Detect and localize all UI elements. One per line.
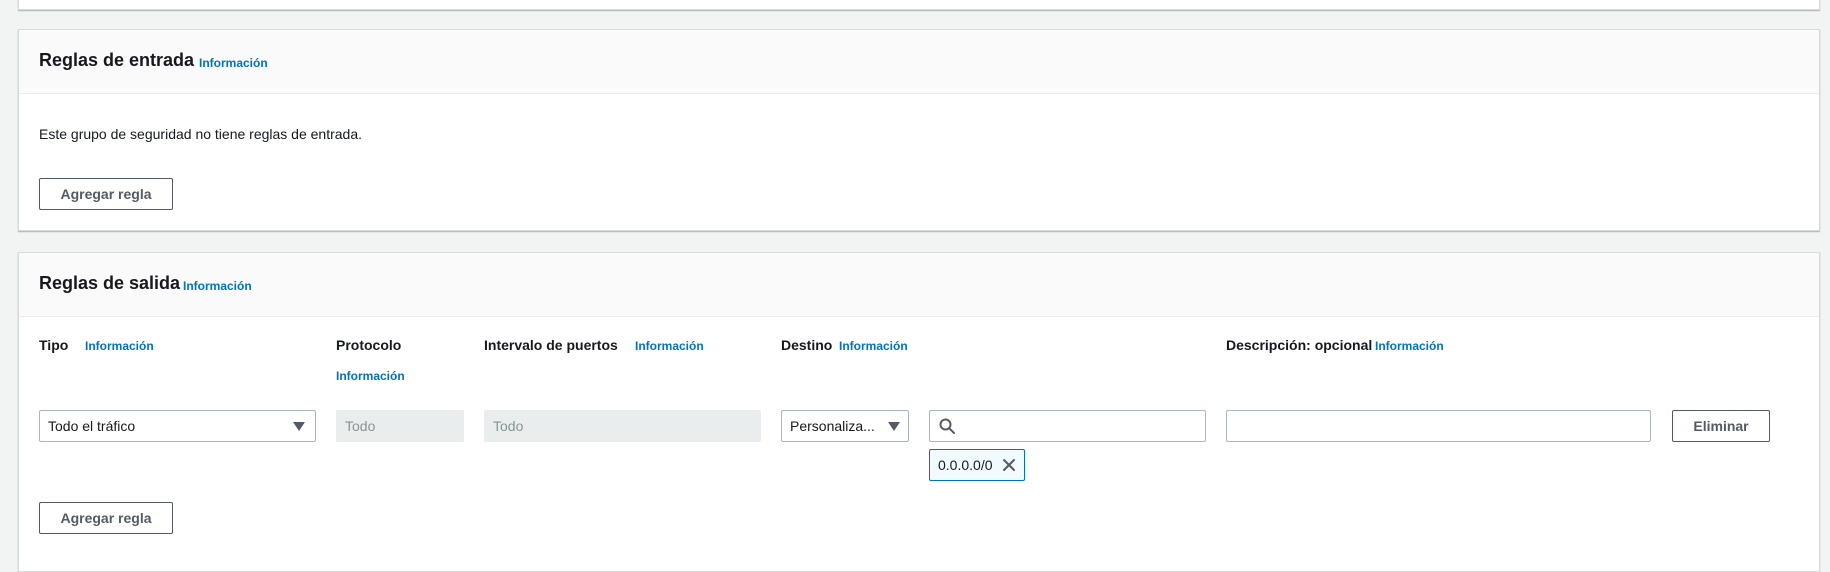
type-info-link[interactable]: Información <box>85 339 154 353</box>
destination-info-link[interactable]: Información <box>839 339 908 353</box>
protocol-info-link[interactable]: Información <box>336 369 405 383</box>
destination-type-select[interactable]: Personaliza... <box>781 410 909 442</box>
port-range-info-link[interactable]: Información <box>635 339 704 353</box>
type-column-label: Tipo <box>39 337 69 353</box>
inbound-rules-info-link[interactable]: Información <box>199 56 268 70</box>
protocol-column-label: Protocolo <box>336 337 402 353</box>
type-select-value: Todo el tráfico <box>48 418 136 434</box>
description-input[interactable] <box>1226 410 1651 442</box>
previous-section-panel <box>18 0 1820 10</box>
outbound-rules-title: Reglas de salida <box>39 273 181 293</box>
destination-search-input[interactable] <box>929 410 1206 442</box>
inbound-empty-message: Este grupo de seguridad no tiene reglas … <box>39 126 363 142</box>
port-range-input <box>484 410 761 442</box>
type-select[interactable]: Todo el tráfico <box>39 410 316 442</box>
inbound-rules-header: Reglas de entrada Información <box>19 30 1819 94</box>
outbound-rules-panel: Reglas de salida Información Tipo Inform… <box>18 252 1820 572</box>
destination-column-label: Destino <box>781 337 833 353</box>
outbound-rules-header: Reglas de salida Información <box>19 253 1819 317</box>
delete-rule-button[interactable]: Eliminar <box>1672 410 1770 442</box>
outbound-add-rule-button[interactable]: Agregar regla <box>39 502 173 534</box>
destination-search <box>929 410 1206 442</box>
description-info-link[interactable]: Información <box>1375 339 1444 353</box>
port-range-column-label: Intervalo de puertos <box>484 337 618 353</box>
caret-down-icon <box>888 421 900 431</box>
caret-down-icon <box>293 421 305 431</box>
outbound-rules-info-link[interactable]: Información <box>183 279 252 293</box>
destination-token: 0.0.0.0/0 <box>929 449 1025 481</box>
close-icon[interactable] <box>1002 458 1016 472</box>
destination-token-label: 0.0.0.0/0 <box>938 457 993 473</box>
search-icon <box>939 418 955 434</box>
description-column-label: Descripción: opcional <box>1226 337 1373 353</box>
protocol-input <box>336 410 464 442</box>
destination-type-value: Personaliza... <box>790 418 875 434</box>
inbound-add-rule-button[interactable]: Agregar regla <box>39 178 173 210</box>
inbound-rules-title: Reglas de entrada <box>39 50 195 70</box>
inbound-rules-panel: Reglas de entrada Información Este grupo… <box>18 29 1820 231</box>
